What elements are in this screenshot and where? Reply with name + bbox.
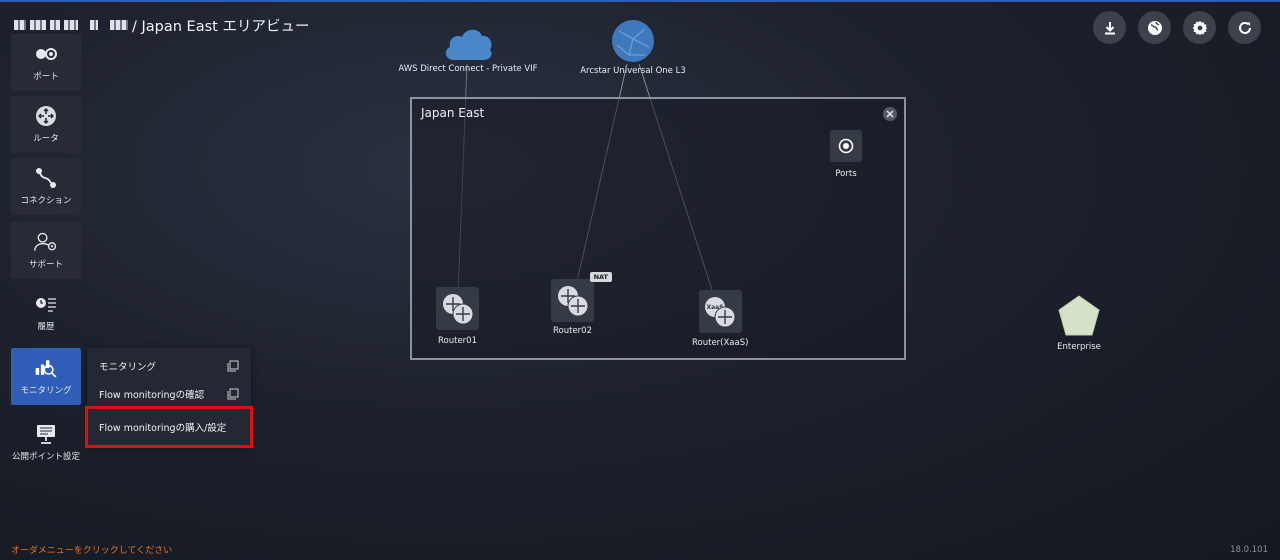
gear-icon <box>1192 20 1207 35</box>
sidebar-item-public-point[interactable]: 公開ポイント設定 <box>11 412 81 472</box>
router-box <box>436 287 479 330</box>
support-icon <box>34 231 58 253</box>
sidebar-item-label: ルータ <box>33 134 59 144</box>
monitoring-icon <box>34 357 58 379</box>
sidebar-item-label: コネクション <box>20 196 72 206</box>
menu-item-flow-monitoring-purchase[interactable]: Flow monitoringの購入/設定 <box>85 406 253 448</box>
public-point-icon <box>34 423 58 445</box>
sidebar-item-label: モニタリング <box>20 386 72 396</box>
connection-icon <box>34 167 58 189</box>
menu-item-label: Flow monitoringの確認 <box>99 390 205 401</box>
node-label: AWS Direct Connect - Private VIF <box>398 64 538 74</box>
network-globe-icon <box>612 20 654 62</box>
node-label: Ports <box>835 169 857 179</box>
router02-node[interactable]: NAT Router02 <box>551 272 612 336</box>
xaas-router-icon: XaaS <box>705 296 736 327</box>
node-label: Arcstar Universal One L3 <box>580 66 686 76</box>
nat-badge: NAT <box>589 272 612 282</box>
router-icon <box>442 293 473 324</box>
sidebar-item-label: サポート <box>28 260 63 270</box>
sidebar-item-port[interactable]: ポート <box>11 34 81 91</box>
ports-node[interactable]: Ports <box>830 130 862 179</box>
sidebar-item-history[interactable]: 履歴 <box>11 284 81 341</box>
sidebar-item-label: 公開ポイント設定 <box>11 451 80 462</box>
copy-icon <box>227 388 239 400</box>
close-icon <box>886 110 894 118</box>
menu-item-label: Flow monitoringの購入/設定 <box>99 423 227 434</box>
download-icon <box>1104 21 1115 34</box>
sidebar-item-monitoring[interactable]: モニタリング <box>11 348 81 405</box>
area-title: Japan East <box>421 106 485 120</box>
node-label: Router01 <box>438 336 477 346</box>
router-icon <box>34 105 58 127</box>
port-icon <box>838 138 854 154</box>
enterprise-node[interactable]: Enterprise <box>1053 294 1105 352</box>
router-icon <box>557 285 588 316</box>
globe-icon <box>1147 20 1162 35</box>
router-box: XaaS <box>698 290 742 333</box>
refresh-button[interactable] <box>1228 11 1261 44</box>
sidebar-item-label: 履歴 <box>37 322 55 332</box>
menu-item-flow-monitoring-check[interactable]: Flow monitoringの確認 <box>87 380 251 408</box>
node-label: Router02 <box>553 326 592 336</box>
arcstar-node[interactable]: Arcstar Universal One L3 <box>573 19 693 76</box>
menu-item-label: モニタリング <box>99 362 157 373</box>
router-box: NAT <box>551 272 612 322</box>
node-label: Enterprise <box>1057 342 1101 352</box>
node-label: Router(XaaS) <box>692 338 749 348</box>
settings-button[interactable] <box>1183 11 1216 44</box>
ports-box <box>830 130 862 162</box>
area-panel: Japan East Ports Router01 NAT Router02 X… <box>410 97 906 360</box>
pentagon-icon <box>1058 295 1100 336</box>
status-message: オーダメニューをクリックしてください <box>11 546 173 556</box>
sidebar-item-router[interactable]: ルータ <box>11 96 81 153</box>
monitoring-menu: モニタリング Flow monitoringの確認 Flow monitorin… <box>85 348 253 448</box>
port-icon <box>34 43 58 65</box>
download-button[interactable] <box>1093 11 1126 44</box>
sidebar-item-label: ポート <box>33 72 59 82</box>
globe-button[interactable] <box>1138 11 1171 44</box>
router-xaas-node[interactable]: XaaS Router(XaaS) <box>692 290 748 348</box>
close-button[interactable] <box>883 107 897 121</box>
cloud-icon <box>445 29 492 60</box>
sidebar-item-support[interactable]: サポート <box>11 222 81 279</box>
refresh-icon <box>1238 21 1251 34</box>
version-label: 18.0.101 <box>1230 545 1268 555</box>
copy-icon <box>227 360 239 372</box>
sidebar-item-connection[interactable]: コネクション <box>11 158 81 215</box>
history-icon <box>34 293 58 315</box>
router01-node[interactable]: Router01 <box>436 287 479 346</box>
menu-item-monitoring[interactable]: モニタリング <box>87 352 251 380</box>
aws-direct-connect-node[interactable]: AWS Direct Connect - Private VIF <box>398 24 538 74</box>
